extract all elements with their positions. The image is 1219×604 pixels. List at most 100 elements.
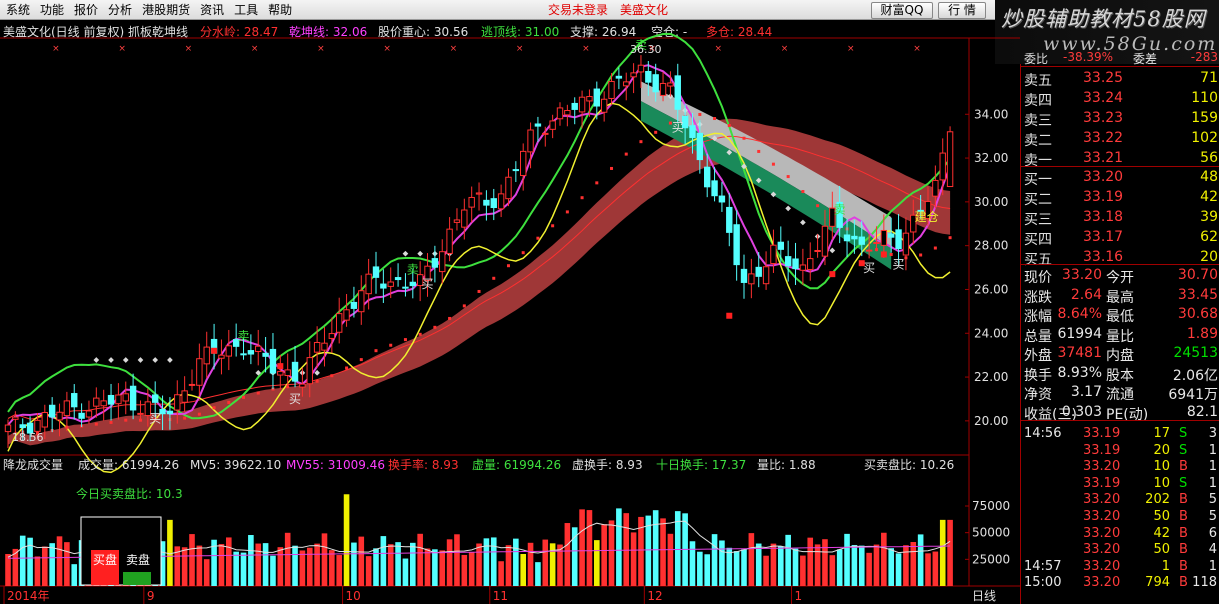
candle-body [704,166,711,188]
volume-bar [284,532,291,586]
menu-hk-futures[interactable]: 港股期货 [140,2,198,18]
signal-square [726,312,733,319]
tick-volume: 20 [1153,442,1170,458]
indicator-dots [21,65,952,435]
candle-body [534,123,542,127]
menu-news[interactable]: 资讯 [198,2,232,18]
wealth-qq-button[interactable]: 财富QQ [871,2,933,19]
order-volume: 42 [1200,189,1218,205]
candle-body [93,397,100,407]
candle-body [740,268,748,283]
candle-body [181,390,188,403]
candle-body [527,129,534,153]
resistance-dot [417,250,423,257]
volume-bar [240,552,247,586]
candle-body [321,342,328,351]
volume-axis: 75000 50000 25000 [965,499,1010,566]
candle-body [372,266,380,278]
stat-value: 30.70 [1177,267,1218,283]
menu-tools[interactable]: 工具 [232,2,266,18]
candle-body [129,385,137,411]
candle-body [865,249,873,252]
time-tick-label: 1 [795,589,803,603]
top-x-marker: × [450,44,458,54]
signal-buy: 买 [289,392,301,406]
candle-body [41,412,48,428]
candle-body [696,132,704,161]
top-x-marker: × [317,44,325,54]
menu-system[interactable]: 系统 [4,2,38,18]
volume-bar [719,540,725,586]
candle-body [520,150,527,177]
signal-buy: 买 [149,411,161,425]
candle-body [262,352,269,357]
volume-bar [667,533,674,586]
volume-bar [947,519,953,586]
resistance-dot [785,205,791,212]
candle-body [174,394,181,411]
candle-body [453,219,461,223]
volume-bar [255,543,262,586]
volume-bar [748,533,755,586]
high-price-label: 36.30 [630,43,662,56]
chart-area[interactable]: 美盛文化(日线 前复权) 抓板乾坤线 分水岭: 28.47 乾坤线: 32.06… [0,20,1020,604]
order-ratio-row: 委比 -38.39% 委差 -283 [1021,50,1219,66]
support-dot [227,400,231,404]
menu-help[interactable]: 帮助 [266,2,300,18]
order-price: 33.19 [1083,189,1124,205]
support-dot [374,349,378,353]
resistance-dot [800,219,806,226]
tick-price: 33.20 [1083,459,1121,475]
stat-value: 33.45 [1177,286,1218,303]
volume-bar [674,511,681,586]
menu-function[interactable]: 功能 [38,2,72,18]
menu-analysis[interactable]: 分析 [106,2,140,18]
candle-body [85,410,93,418]
volume-bar [866,552,872,586]
candle-body [932,179,939,197]
volume-bar [881,532,887,586]
support-dot [801,190,805,194]
period-label[interactable]: 日线 [972,589,996,603]
volume-bar [365,556,372,586]
volume-bar [704,554,710,586]
volume-bar [858,545,865,586]
tick-count: 1 [1208,475,1217,491]
volume-bar [233,551,239,586]
candle-body [659,82,667,96]
volume-bar [277,547,284,586]
login-status[interactable]: 交易未登录 [548,2,608,18]
stat-value: 8.64% [1057,306,1102,322]
support-dot [610,166,614,170]
support-dot [624,152,628,156]
candle-body [291,361,299,382]
support-dot [580,196,584,200]
candle-body [564,110,571,116]
support-dot [197,412,201,416]
volume-bar [571,527,578,586]
kline-chart[interactable]: 卖卖卖卖买买买买买 买建仓× × × × × × × × × × × × × × 34.0032.0030.… [0,20,1020,604]
tick-time: 14:56 [1024,426,1062,441]
support-dot [506,264,510,268]
support-dot [551,224,555,228]
support-dot [919,253,923,257]
time-tick-label: 11 [493,589,508,603]
candle-body [777,241,784,250]
support-dot [536,236,540,240]
order-volume: 159 [1191,110,1218,126]
tick-count: 1 [1208,442,1217,458]
candle-body [497,193,505,210]
turnover-value: 换手率: 8.93 [388,457,459,472]
volume-bar [800,555,806,586]
quote-button[interactable]: 行 情 [938,2,986,19]
volume-bar [292,545,298,586]
candle-body [902,232,910,256]
volume-bar [64,542,70,586]
candle-body [652,74,659,93]
candle-body [851,235,858,240]
support-dot [595,181,599,185]
volume-bar [410,542,416,586]
candle-body [615,75,623,79]
price-tick-label: 24.00 [974,326,1008,340]
menu-quote[interactable]: 报价 [72,2,106,18]
